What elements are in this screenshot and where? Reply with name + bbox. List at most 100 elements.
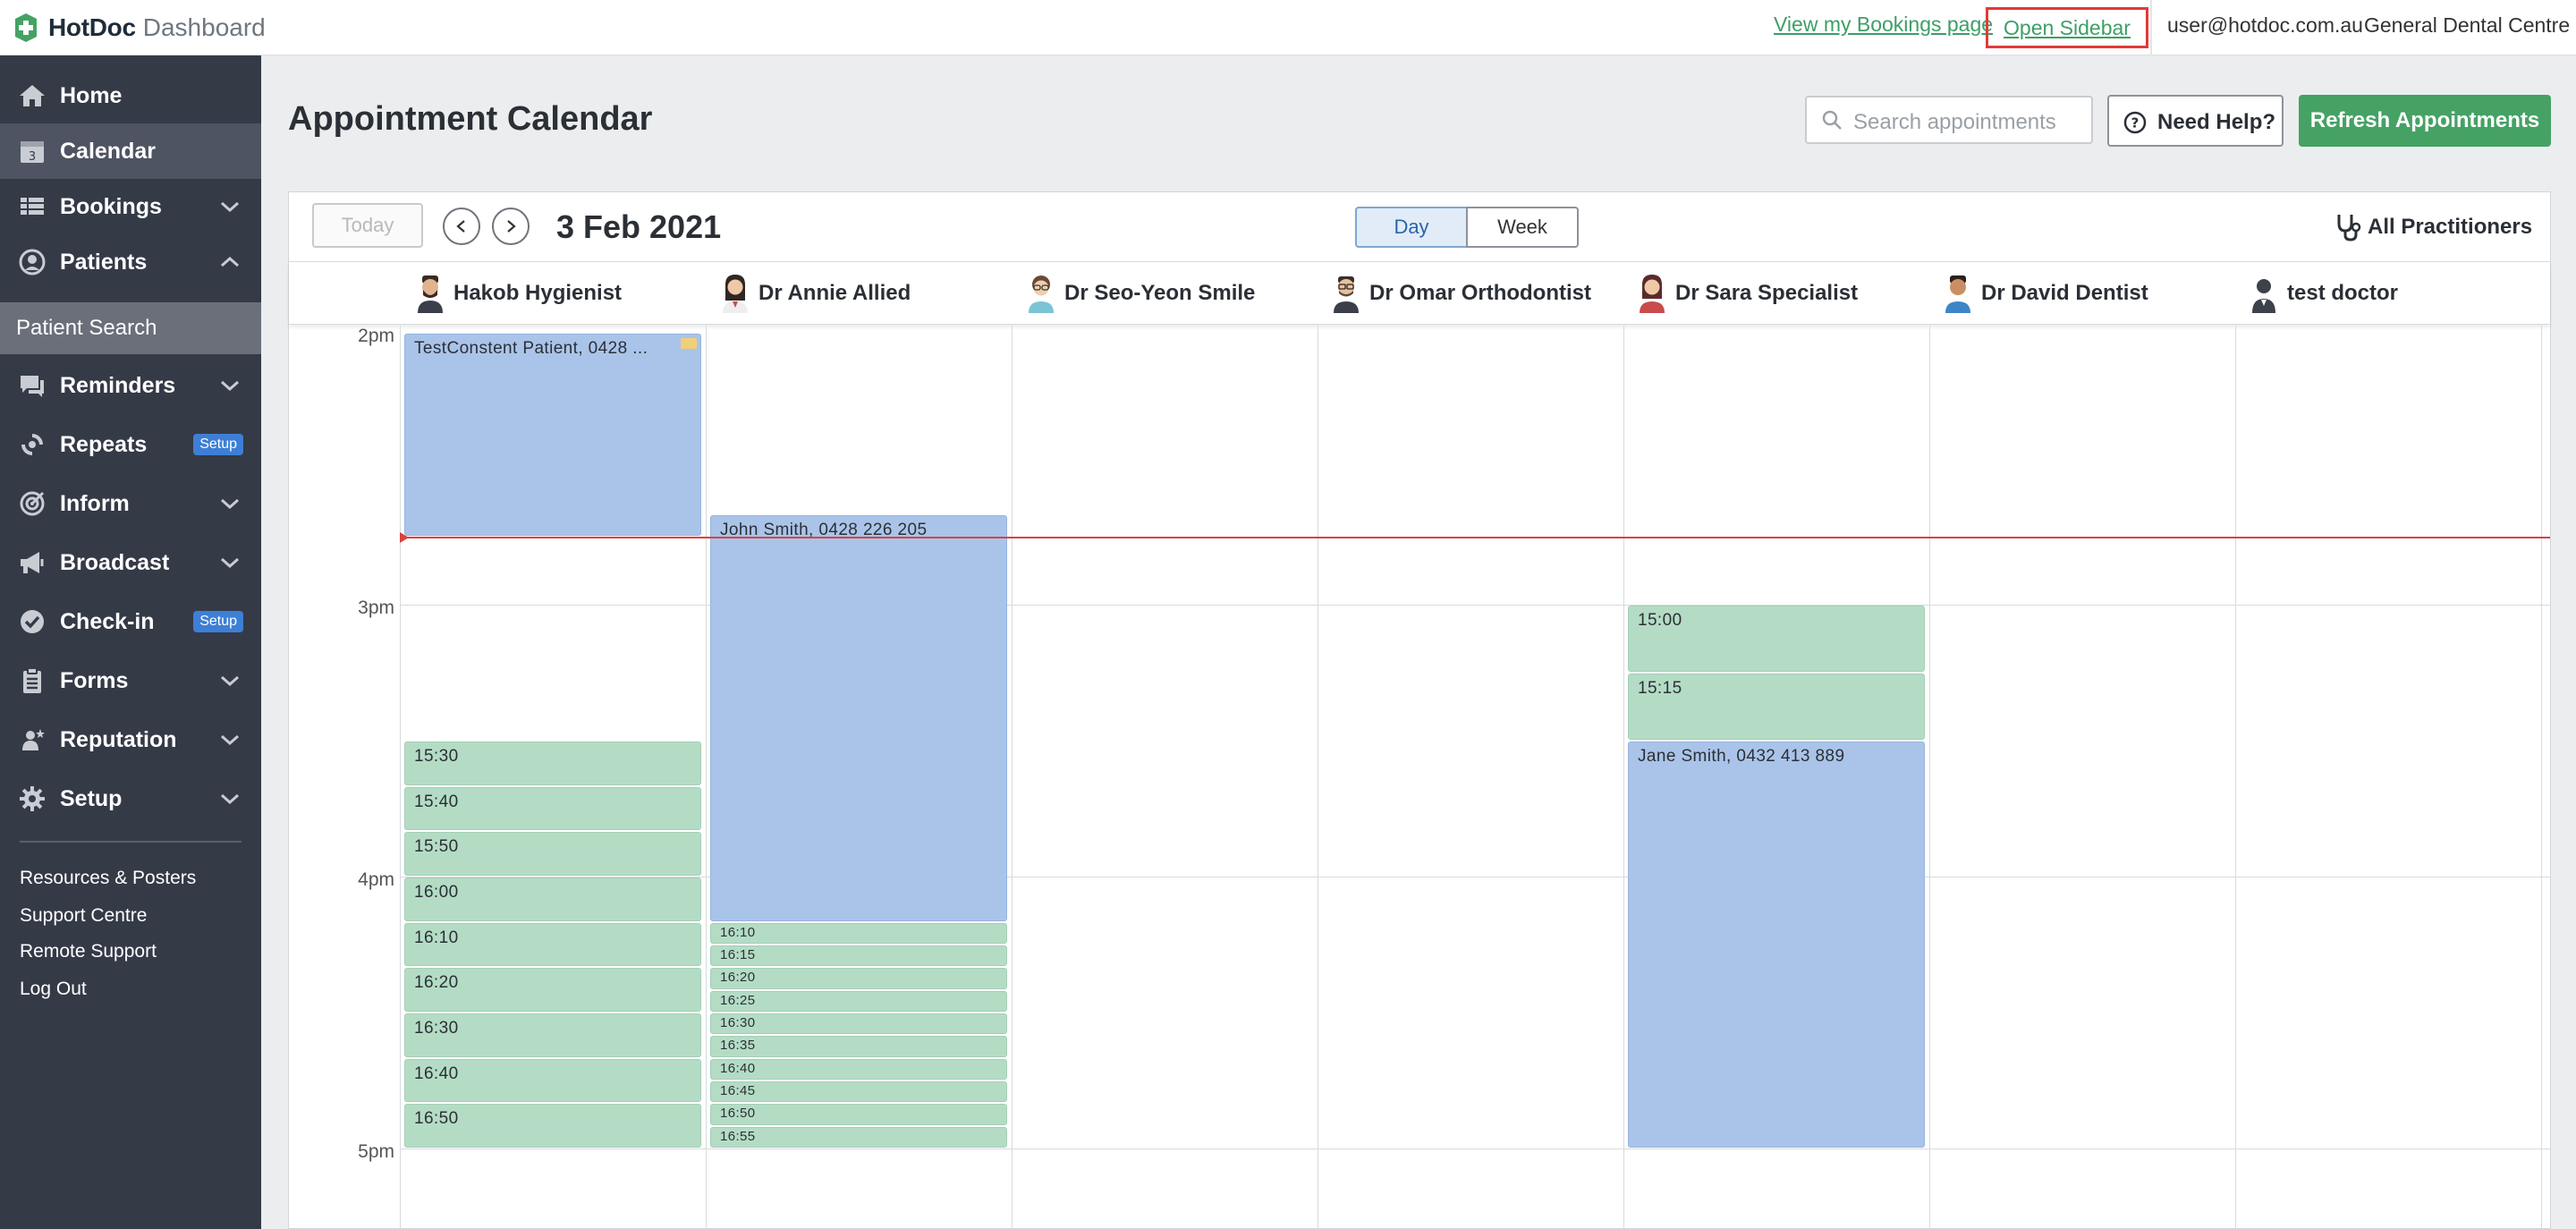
- today-button[interactable]: Today: [312, 203, 423, 248]
- appointment-label: 16:15: [720, 947, 756, 962]
- sidebar-item-check-in[interactable]: Check-in Setup: [0, 594, 261, 649]
- sidebar-item-calendar[interactable]: 3 Calendar: [0, 123, 261, 179]
- sidebar-item-bookings[interactable]: Bookings: [0, 179, 261, 234]
- available-slot[interactable]: 16:20: [710, 968, 1007, 989]
- chevron-right-icon: [507, 220, 516, 233]
- available-slot[interactable]: 16:10: [710, 922, 1007, 944]
- available-slot[interactable]: 16:30: [404, 1013, 701, 1057]
- chevron-down-icon: [221, 793, 239, 805]
- appointment-label: 16:45: [720, 1083, 756, 1098]
- available-slot[interactable]: 16:00: [404, 877, 701, 921]
- available-slot[interactable]: 16:15: [710, 945, 1007, 967]
- hotdoc-logo[interactable]: HotDoc Dashboard: [11, 13, 266, 43]
- refresh-appointments-button[interactable]: Refresh Appointments: [2299, 95, 2551, 147]
- week-view-label: Week: [1497, 216, 1547, 238]
- sidebar-item-setup[interactable]: Setup: [0, 771, 261, 826]
- practitioner-name: Dr David Dentist: [1981, 281, 2148, 305]
- available-slot[interactable]: 16:50: [710, 1104, 1007, 1125]
- available-slot[interactable]: 16:45: [710, 1081, 1007, 1103]
- practitioner-header[interactable]: Dr David Dentist: [1942, 262, 2148, 325]
- available-slot[interactable]: 15:00: [1628, 606, 1925, 672]
- available-slot[interactable]: 15:30: [404, 742, 701, 785]
- appointment-block[interactable]: John Smith, 0428 226 205: [710, 514, 1007, 921]
- search-appointments-input[interactable]: Search appointments: [1805, 96, 2093, 144]
- column-divider: [2235, 326, 2236, 1229]
- remote-support-link[interactable]: Remote Support: [20, 941, 157, 962]
- support-centre-link[interactable]: Support Centre: [20, 905, 147, 927]
- sidebar: Home 3 Calendar Bookings Patients Patien…: [0, 55, 261, 1229]
- appointment-block[interactable]: TestConstent Patient, 0428 ...: [404, 334, 701, 536]
- available-slot[interactable]: 16:30: [710, 1013, 1007, 1035]
- brand-name: HotDoc: [48, 13, 136, 41]
- appointment-label: 16:30: [414, 1019, 459, 1038]
- sidebar-item-label: Home: [60, 82, 123, 108]
- clinic-name[interactable]: General Dental Centre: [2364, 13, 2570, 38]
- day-view-button[interactable]: Day: [1355, 207, 1468, 248]
- svg-text:?: ?: [2131, 115, 2140, 131]
- sidebar-item-repeats[interactable]: Repeats Setup: [0, 417, 261, 472]
- practitioner-name: Dr Omar Orthodontist: [1369, 281, 1592, 305]
- available-slot[interactable]: 16:25: [710, 990, 1007, 1012]
- sidebar-item-patients[interactable]: Patients: [0, 234, 261, 290]
- sidebar-item-reminders[interactable]: Reminders: [0, 358, 261, 413]
- all-practitioners-filter[interactable]: All Practitioners: [2334, 208, 2532, 246]
- sidebar-subitem-patient-search[interactable]: Patient Search: [0, 302, 261, 354]
- available-slot[interactable]: 15:15: [1628, 674, 1925, 740]
- calendar-grid[interactable]: 2pm 3pm 4pm 5pm TestConstent Patient, 0428 .…: [289, 326, 2550, 1229]
- practitioner-avatar: [1945, 275, 1970, 313]
- stethoscope-icon: [2337, 215, 2361, 242]
- practitioner-header[interactable]: Dr Seo-Yeon Smile: [1025, 262, 1255, 325]
- practitioner-header[interactable]: Dr Annie Allied: [719, 262, 911, 325]
- practitioner-avatar: [2252, 279, 2275, 313]
- next-day-button[interactable]: [492, 208, 530, 245]
- available-slot[interactable]: 16:50: [404, 1104, 701, 1148]
- practitioner-avatar: [1640, 275, 1665, 313]
- appointment-label: 16:50: [414, 1109, 459, 1129]
- need-help-button[interactable]: ? Need Help?: [2107, 95, 2284, 147]
- appointment-label: 16:25: [720, 992, 756, 1008]
- practitioner-header[interactable]: Dr Omar Orthodontist: [1330, 262, 1591, 325]
- need-help-label: Need Help?: [2157, 110, 2276, 134]
- megaphone-icon: [21, 552, 44, 573]
- appointment-label: 16:20: [414, 973, 459, 993]
- available-slot[interactable]: 16:35: [710, 1036, 1007, 1057]
- log-out-link[interactable]: Log Out: [20, 979, 87, 1000]
- chevron-down-icon: [221, 380, 239, 392]
- appointment-label: 15:50: [414, 837, 459, 857]
- appointment-block[interactable]: Jane Smith, 0432 413 889: [1628, 742, 1925, 1148]
- available-slot[interactable]: 15:40: [404, 786, 701, 831]
- hour-label: 3pm: [358, 598, 394, 618]
- practitioner-name: Hakob Hygienist: [453, 281, 623, 305]
- sidebar-item-inform[interactable]: Inform: [0, 476, 261, 531]
- chat-icon: [21, 376, 44, 397]
- practitioner-name: Dr Seo-Yeon Smile: [1064, 281, 1256, 305]
- search-icon: [1822, 110, 1842, 130]
- sidebar-item-forms[interactable]: Forms: [0, 653, 261, 708]
- available-slot[interactable]: 16:10: [404, 922, 701, 967]
- week-view-button[interactable]: Week: [1466, 207, 1579, 248]
- chevron-up-icon: [221, 256, 239, 267]
- sidebar-item-label: Broadcast: [60, 549, 170, 575]
- available-slot[interactable]: 16:40: [710, 1058, 1007, 1080]
- sidebar-item-broadcast[interactable]: Broadcast: [0, 535, 261, 590]
- appointment-label: 16:40: [720, 1060, 756, 1076]
- resources-posters-link[interactable]: Resources & Posters: [20, 868, 196, 889]
- open-sidebar-link[interactable]: Open Sidebar: [1986, 7, 2148, 48]
- available-slot[interactable]: 16:55: [710, 1126, 1007, 1148]
- practitioner-header[interactable]: Dr Sara Specialist: [1636, 262, 1858, 325]
- practitioner-header[interactable]: test doctor: [2248, 262, 2398, 325]
- previous-day-button[interactable]: [443, 208, 480, 245]
- appointment-label: 16:40: [414, 1064, 459, 1083]
- setup-badge[interactable]: Setup: [193, 434, 243, 455]
- view-bookings-link[interactable]: View my Bookings page: [1774, 13, 1993, 37]
- sidebar-item-home[interactable]: Home: [0, 68, 261, 123]
- available-slot[interactable]: 15:50: [404, 832, 701, 876]
- practitioner-header[interactable]: Hakob Hygienist: [414, 262, 622, 325]
- user-email[interactable]: user@hotdoc.com.au: [2167, 13, 2363, 38]
- day-view-label: Day: [1394, 216, 1429, 238]
- setup-badge[interactable]: Setup: [193, 611, 243, 632]
- sidebar-item-reputation[interactable]: Reputation: [0, 712, 261, 767]
- available-slot[interactable]: 16:40: [404, 1058, 701, 1103]
- available-slot[interactable]: 16:20: [404, 968, 701, 1012]
- column-divider: [400, 326, 401, 1229]
